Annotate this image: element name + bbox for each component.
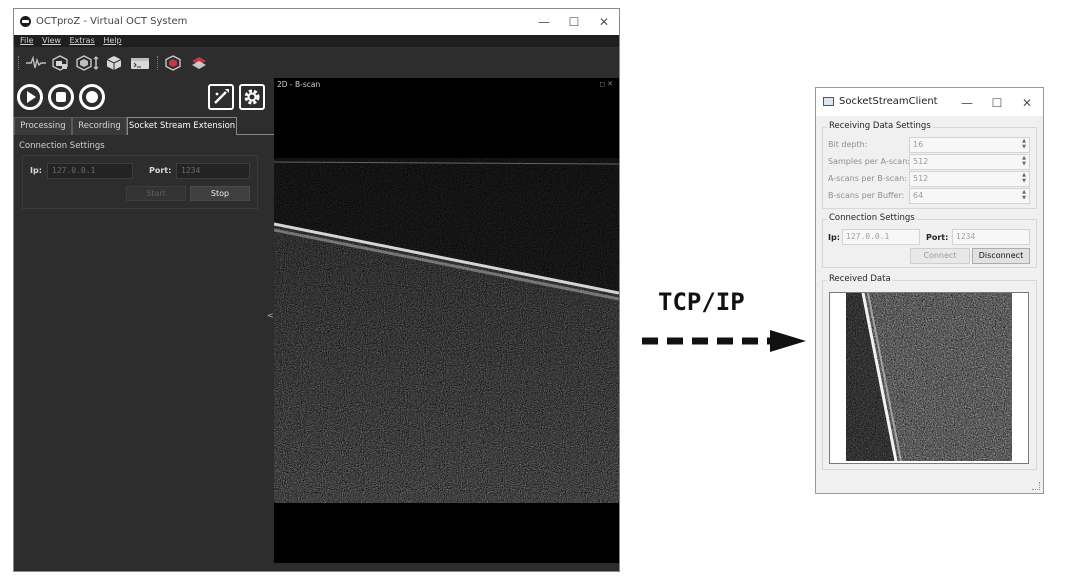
bit-depth-label: Bit depth: (828, 140, 868, 149)
console-icon[interactable] (130, 55, 150, 71)
waveform-icon[interactable] (26, 55, 46, 71)
cube-sidebar-icon[interactable] (52, 55, 68, 71)
tcp-ip-label: TCP/IP (658, 288, 745, 316)
toolbar-grip-2[interactable] (157, 56, 159, 70)
receiving-settings-title: Receiving Data Settings (827, 121, 933, 131)
connect-button[interactable]: Connect (910, 248, 970, 264)
system-settings-button[interactable] (208, 84, 234, 110)
menubar: File View Extras Help (14, 35, 619, 47)
cube-adjust-icon[interactable] (76, 55, 100, 71)
wand-icon (214, 89, 229, 104)
menu-file[interactable]: File (20, 35, 33, 47)
received-data-title: Received Data (827, 274, 893, 284)
octproz-app-icon (20, 16, 31, 27)
samples-per-ascan-spinbox[interactable]: 512 ▲ ▼ (909, 154, 1030, 170)
dashed-arrow (642, 330, 806, 352)
menu-view[interactable]: View (42, 35, 61, 47)
gear-icon (244, 89, 260, 105)
tab-processing[interactable]: Processing (14, 117, 72, 135)
ssc-close-button[interactable]: ✕ (1012, 93, 1042, 113)
bscan-image (274, 158, 619, 503)
ssc-ip-label: Ip: (828, 233, 840, 242)
bit-depth-spinbox[interactable]: 16 ▲ ▼ (909, 137, 1030, 153)
ip-input[interactable]: 127.0.0.1 (47, 163, 133, 179)
ssc-app-icon (823, 97, 834, 106)
stop-acquisition-button[interactable] (48, 84, 74, 110)
octproz-titlebar: OCTproZ - Virtual OCT System — ☐ ✕ (14, 9, 619, 35)
status-bar (14, 563, 619, 571)
layers-icon[interactable] (191, 55, 207, 71)
toolbar (14, 48, 619, 78)
bit-depth-value: 16 (913, 140, 924, 149)
close-button[interactable]: ✕ (589, 12, 619, 32)
bscans-per-buffer-value: 64 (913, 191, 924, 200)
port-label: Port: (149, 166, 172, 175)
ip-label: Ip: (30, 166, 42, 175)
ssc-connection-title: Connection Settings (827, 213, 917, 223)
spin-arrows-icon[interactable]: ▲ ▼ (1022, 138, 1026, 150)
bscans-per-buffer-spinbox[interactable]: 64 ▲ ▼ (909, 188, 1030, 204)
splitter-collapse-arrow[interactable]: < (267, 311, 274, 320)
ssc-port-input[interactable]: 1234 (952, 229, 1030, 245)
socket-stream-client-window: SocketStreamClient — ☐ ✕ Receiving Data … (815, 87, 1044, 494)
ssc-ip-input[interactable]: 127.0.0.1 (842, 229, 920, 245)
stop-button[interactable]: Stop (190, 186, 250, 201)
settings-button[interactable] (239, 84, 265, 110)
bscan-plot-panel: 2D - B-scan ◻✕ (274, 78, 619, 563)
ssc-port-label: Port: (926, 233, 949, 242)
bscans-per-buffer-label: B-scans per Buffer: (828, 191, 905, 200)
maximize-button[interactable]: ☐ (559, 12, 589, 32)
samples-per-ascan-label: Samples per A-scan: (828, 157, 910, 166)
disconnect-button[interactable]: Disconnect (972, 248, 1030, 264)
volume-cube-icon[interactable] (106, 55, 122, 71)
ssc-minimize-button[interactable]: — (952, 93, 982, 113)
port-input[interactable]: 1234 (176, 163, 250, 179)
ssc-window-title: SocketStreamClient (839, 96, 938, 107)
spin-arrows-icon[interactable]: ▲ ▼ (1022, 189, 1026, 201)
spin-arrows-icon[interactable]: ▲ ▼ (1022, 172, 1026, 184)
minimize-button[interactable]: — (529, 12, 559, 32)
acquisition-controls (14, 81, 274, 117)
resize-grip-icon[interactable] (1032, 482, 1040, 490)
ascans-per-bscan-spinbox[interactable]: 512 ▲ ▼ (909, 171, 1030, 187)
extension-cube-icon[interactable] (165, 55, 183, 71)
toolbar-grip[interactable] (18, 56, 20, 70)
start-button[interactable]: Start (126, 186, 186, 201)
ascans-per-bscan-value: 512 (913, 174, 929, 183)
record-button[interactable] (79, 84, 105, 110)
octproz-window-title: OCTproZ - Virtual OCT System (36, 16, 188, 27)
connection-settings-label: Connection Settings (19, 141, 105, 151)
ascans-per-bscan-label: A-scans per B-scan: (828, 174, 907, 183)
samples-per-ascan-value: 512 (913, 157, 929, 166)
received-bscan-image (846, 292, 1012, 462)
octproz-window: OCTproZ - Virtual OCT System — ☐ ✕ File … (13, 8, 620, 572)
ssc-maximize-button[interactable]: ☐ (982, 93, 1012, 113)
ssc-titlebar: SocketStreamClient — ☐ ✕ (816, 88, 1043, 116)
received-data-view (829, 292, 1029, 464)
menu-extras[interactable]: Extras (69, 35, 94, 47)
spin-arrows-icon[interactable]: ▲ ▼ (1022, 155, 1026, 167)
menu-help[interactable]: Help (103, 35, 121, 47)
extension-tabs: Processing Recording Socket Stream Exten… (14, 117, 274, 135)
tab-recording[interactable]: Recording (72, 117, 127, 135)
connection-settings-group: Ip: 127.0.0.1 Port: 1234 Start Stop (22, 155, 258, 209)
tab-socket-stream-extension[interactable]: Socket Stream Extension (127, 117, 237, 135)
play-button[interactable] (17, 84, 43, 110)
